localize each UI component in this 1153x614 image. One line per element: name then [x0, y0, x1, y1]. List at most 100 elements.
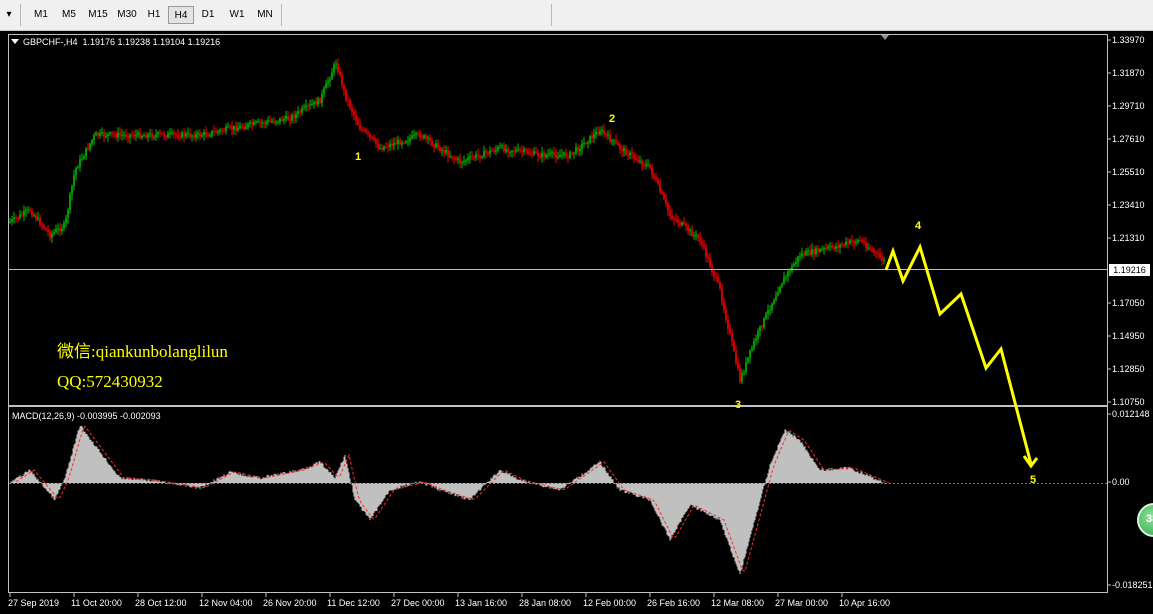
candle-body — [721, 288, 723, 302]
candle-body — [73, 175, 75, 187]
candle-body — [211, 131, 213, 136]
candle-body — [139, 132, 141, 138]
candle-body — [27, 209, 29, 211]
wave-label-2: 2 — [609, 113, 616, 125]
price-chart-canvas[interactable] — [0, 0, 1153, 614]
candle-body — [445, 150, 447, 153]
candle-body — [67, 209, 69, 218]
candle-body — [805, 251, 807, 256]
candle-body — [663, 193, 665, 199]
date-tick-label: 27 Sep 2019 — [8, 598, 60, 608]
candle-body — [111, 132, 113, 134]
candle-body — [155, 134, 157, 137]
candle-body — [511, 151, 513, 153]
candle-body — [781, 283, 783, 287]
candle-body — [399, 139, 401, 145]
candle-body — [761, 326, 763, 328]
candle-body — [455, 158, 457, 160]
candle-body — [477, 154, 479, 156]
candle-body — [769, 309, 771, 311]
candle-body — [465, 160, 467, 162]
candle-body — [723, 301, 725, 310]
candle-body — [813, 249, 815, 255]
candle-body — [811, 249, 813, 255]
candle-body — [261, 122, 263, 124]
candle-body — [527, 151, 529, 154]
candle-body — [219, 129, 221, 132]
candle-body — [621, 149, 623, 152]
candle-body — [367, 132, 369, 134]
date-tick-label: 12 Mar 08:00 — [711, 598, 765, 608]
candle-body — [407, 141, 409, 142]
candle-body — [699, 238, 701, 242]
candle-body — [691, 229, 693, 236]
candle-body — [65, 217, 67, 223]
candle-body — [237, 127, 239, 131]
candle-body — [285, 115, 287, 119]
candle-body — [451, 156, 453, 159]
candle-body — [239, 125, 241, 128]
candle-body — [513, 151, 515, 153]
candle-body — [419, 133, 421, 138]
candle-body — [341, 74, 343, 86]
candle-body — [293, 115, 295, 119]
macd-tick-label: -0.018251 — [1112, 580, 1153, 590]
candle-body — [215, 131, 217, 133]
candle-body — [31, 211, 33, 216]
candle-body — [267, 120, 269, 122]
candle-body — [459, 158, 461, 164]
shift-marker-icon[interactable] — [881, 35, 889, 40]
candle-body — [707, 256, 709, 259]
candle-body — [161, 133, 163, 135]
candle-body — [435, 143, 437, 148]
candle-body — [197, 132, 199, 134]
macd-tick-label: 0.012148 — [1112, 409, 1150, 419]
candle-body — [71, 186, 73, 195]
candle-body — [59, 228, 61, 232]
candle-body — [359, 124, 361, 130]
candle-body — [323, 88, 325, 94]
candle-body — [145, 135, 147, 138]
candle-body — [349, 100, 351, 108]
candle-body — [393, 142, 395, 146]
candle-body — [53, 232, 55, 234]
candle-body — [103, 132, 105, 137]
candle-body — [737, 362, 739, 369]
candle-body — [687, 226, 689, 231]
chart-collapse-arrow-icon[interactable] — [11, 39, 19, 44]
candle-body — [753, 341, 755, 349]
candle-body — [369, 134, 371, 137]
candle-body — [87, 148, 89, 150]
candle-body — [165, 136, 167, 138]
candle-body — [299, 111, 301, 113]
candle-body — [831, 245, 833, 248]
candle-body — [493, 150, 495, 152]
candle-body — [93, 135, 95, 141]
date-tick-label: 12 Nov 04:00 — [199, 598, 253, 608]
candle-body — [709, 258, 711, 267]
candle-body — [273, 121, 275, 123]
candle-body — [403, 142, 405, 144]
candle-body — [315, 101, 317, 105]
candle-body — [415, 133, 417, 135]
candle-body — [143, 135, 145, 137]
candle-body — [625, 148, 627, 155]
candle-body — [77, 167, 79, 169]
candle-body — [351, 107, 353, 112]
candle-body — [497, 147, 499, 150]
candle-body — [839, 244, 841, 248]
candle-body — [605, 133, 607, 135]
candle-body — [653, 174, 655, 178]
candle-body — [301, 108, 303, 113]
candle-body — [381, 148, 383, 150]
qq-watermark: QQ:572430932 — [57, 372, 163, 391]
candle-body — [191, 135, 193, 137]
candle-body — [49, 232, 51, 238]
candle-body — [9, 221, 11, 223]
candle-body — [19, 214, 21, 219]
candle-body — [389, 143, 391, 148]
candle-body — [23, 210, 25, 216]
candle-body — [55, 229, 57, 232]
candle-body — [129, 134, 131, 138]
candle-body — [819, 249, 821, 252]
